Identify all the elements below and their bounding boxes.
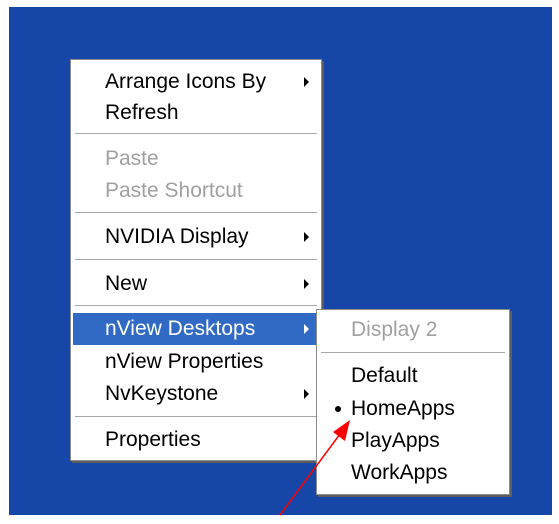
menu-item-label: Properties bbox=[105, 428, 201, 451]
submenu-header-display-2: Display 2 bbox=[319, 314, 507, 346]
menu-separator bbox=[75, 212, 317, 214]
menu-separator bbox=[75, 133, 317, 135]
menu-item-label: PlayApps bbox=[351, 429, 440, 452]
menu-item-label: HomeApps bbox=[351, 397, 455, 420]
submenu-header-label: Display 2 bbox=[351, 318, 438, 341]
menu-item-arrange-icons-by[interactable]: Arrange Icons By bbox=[73, 66, 319, 98]
menu-item-label: Arrange Icons By bbox=[105, 70, 267, 93]
menu-item-nvidia-display[interactable]: NVIDIA Display bbox=[73, 221, 319, 253]
submenu-item-homeapps[interactable]: HomeApps bbox=[319, 393, 507, 425]
menu-item-label: WorkApps bbox=[351, 461, 448, 484]
submenu-arrow-icon bbox=[304, 279, 309, 289]
menu-item-properties[interactable]: Properties bbox=[73, 424, 319, 456]
bullet-icon bbox=[335, 406, 341, 412]
menu-item-label: Refresh bbox=[105, 101, 179, 124]
menu-item-paste[interactable]: Paste bbox=[73, 143, 319, 175]
menu-separator bbox=[75, 259, 317, 261]
menu-item-label: nView Desktops bbox=[105, 317, 256, 340]
menu-item-new[interactable]: New bbox=[73, 268, 319, 300]
submenu-arrow-icon bbox=[304, 232, 309, 242]
menu-item-label: Default bbox=[351, 364, 418, 387]
submenu-item-default[interactable]: Default bbox=[319, 360, 507, 392]
menu-item-paste-shortcut[interactable]: Paste Shortcut bbox=[73, 175, 319, 207]
menu-item-nvkeystone[interactable]: NvKeystone bbox=[73, 378, 319, 410]
submenu-item-playapps[interactable]: PlayApps bbox=[319, 425, 507, 457]
submenu-item-workapps[interactable]: WorkApps bbox=[319, 457, 507, 489]
desktop-context-menu: Arrange Icons By Refresh Paste Paste Sho… bbox=[70, 59, 322, 461]
menu-item-label: NVIDIA Display bbox=[105, 225, 249, 248]
menu-separator bbox=[321, 352, 505, 354]
nview-desktops-submenu: Display 2 Default HomeApps PlayApps Work… bbox=[316, 309, 510, 495]
menu-item-label: Paste Shortcut bbox=[105, 179, 243, 202]
menu-separator bbox=[75, 305, 317, 307]
menu-item-label: Paste bbox=[105, 147, 159, 170]
menu-item-label: nView Properties bbox=[105, 350, 264, 373]
menu-separator bbox=[75, 416, 317, 418]
menu-item-nview-properties[interactable]: nView Properties bbox=[73, 346, 319, 378]
menu-item-refresh[interactable]: Refresh bbox=[73, 97, 319, 129]
screenshot-frame: Arrange Icons By Refresh Paste Paste Sho… bbox=[0, 0, 559, 524]
menu-item-label: New bbox=[105, 272, 148, 295]
menu-item-label: NvKeystone bbox=[105, 382, 219, 405]
submenu-arrow-icon bbox=[304, 77, 309, 87]
menu-item-nview-desktops[interactable]: nView Desktops bbox=[73, 313, 319, 345]
submenu-arrow-icon bbox=[304, 324, 309, 334]
submenu-arrow-icon bbox=[304, 389, 309, 399]
